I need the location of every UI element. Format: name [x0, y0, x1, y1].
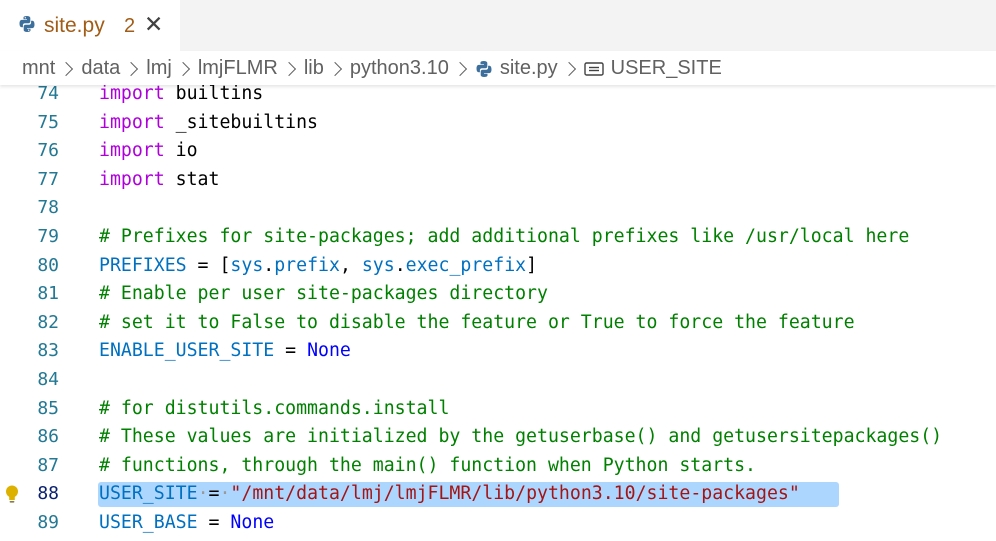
code-text: # set it to False to disable the feature…	[99, 311, 855, 333]
line-number: 83	[37, 340, 59, 362]
breadcrumb-item-python3-10[interactable]: python3.10	[350, 57, 449, 80]
code-line[interactable]: 76 import io	[0, 137, 996, 166]
code-line[interactable]: 80 PREFIXES = [sys.prefix, sys.exec_prefi…	[0, 252, 996, 281]
code-text: USER_SITE·=·"/mnt/data/lmj/lmjFLMR/lib/p…	[99, 483, 800, 505]
chevron-right-icon	[452, 61, 467, 77]
line-number: 85	[37, 397, 59, 419]
code-line[interactable]: 79 # Prefixes for site-packages; add addi…	[0, 223, 996, 252]
line-number: 87	[37, 454, 59, 476]
tab-bar: site.py 2 ✕	[0, 0, 996, 51]
problem-count-badge: 2	[124, 15, 136, 37]
breadcrumb-file[interactable]: site.py	[500, 57, 558, 80]
line-number: 76	[37, 140, 59, 162]
chevron-right-icon	[327, 61, 342, 77]
breadcrumb-item-lmjflmr[interactable]: lmjFLMR	[198, 57, 278, 80]
code-line[interactable]: 83 ENABLE_USER_SITE = None	[0, 337, 996, 366]
python-icon	[19, 16, 35, 32]
chevron-right-icon	[561, 61, 576, 77]
variable-symbol-icon	[583, 62, 604, 76]
breadcrumb-item-data[interactable]: data	[81, 57, 120, 80]
line-number: 88	[37, 483, 59, 505]
breadcrumb-item-lmj[interactable]: lmj	[146, 57, 172, 80]
chevron-right-icon	[124, 61, 139, 77]
tab-site-py[interactable]: site.py 2 ✕	[0, 0, 180, 51]
line-number: 81	[37, 283, 59, 305]
line-number: 89	[37, 512, 59, 533]
line-number: 75	[37, 111, 59, 133]
code-line[interactable]: 87 # functions, through the main() functi…	[0, 452, 996, 481]
code-line[interactable]: 86 # These values are initialized by the …	[0, 423, 996, 452]
breadcrumb-symbol[interactable]: USER_SITE	[611, 57, 722, 80]
code-line[interactable]: 81 # Enable per user site-packages direct…	[0, 280, 996, 309]
code-editor[interactable]: 74 import builtins 75 import _sitebuiltins 7…	[0, 80, 996, 541]
chevron-right-icon	[281, 61, 296, 77]
chevron-right-icon	[175, 61, 190, 77]
code-text: # Prefixes for site-packages; add additi…	[99, 226, 910, 247]
code-line[interactable]: 85 # for distutils.commands.install	[0, 395, 996, 424]
code-text: # These values are initialized by the ge…	[99, 426, 943, 448]
code-line[interactable]: 77 import stat	[0, 166, 996, 195]
code-text: PREFIXES = [sys.prefix, sys.exec_prefix]	[99, 254, 538, 276]
line-number: 78	[37, 197, 59, 219]
code-text: import io	[99, 140, 198, 162]
code-text: # Enable per user site-packages director…	[99, 283, 548, 305]
code-line[interactable]: 89 USER_BASE = None	[0, 509, 996, 538]
close-icon[interactable]: ✕	[144, 12, 163, 38]
python-icon	[476, 61, 492, 77]
code-line[interactable]: 88 USER_SITE·=·"/mnt/data/lmj/lmjFLMR/lib…	[0, 480, 996, 509]
code-text: ENABLE_USER_SITE = None	[99, 340, 351, 362]
line-number: 82	[37, 311, 59, 333]
tab-title: site.py	[44, 14, 105, 37]
code-text: # functions, through the main() function…	[99, 454, 756, 476]
breadcrumb: mnt data lmj lmjFLMR lib python3.10 site.py USE…	[0, 51, 996, 85]
breadcrumb-item-mnt[interactable]: mnt	[22, 57, 55, 80]
code-line[interactable]: 82 # set it to False to disable the featu…	[0, 309, 996, 338]
code-line[interactable]: 78	[0, 194, 996, 223]
breadcrumb-item-lib[interactable]: lib	[304, 57, 324, 80]
code-line[interactable]: 84	[0, 366, 996, 395]
breadcrumb-items: mnt data lmj lmjFLMR lib python3.10 site.py USE…	[22, 55, 722, 81]
line-number: 80	[37, 254, 59, 276]
line-number: 77	[37, 168, 59, 190]
code-text: import _sitebuiltins	[99, 111, 319, 133]
code-text: USER_BASE = None	[99, 512, 275, 533]
code-text: import stat	[99, 168, 220, 190]
code-text: # for distutils.commands.install	[99, 397, 450, 419]
line-number: 86	[37, 426, 59, 448]
chevron-right-icon	[59, 61, 74, 77]
line-number: 79	[37, 226, 59, 247]
line-number: 84	[37, 369, 59, 390]
code-line[interactable]: 75 import _sitebuiltins	[0, 109, 996, 138]
